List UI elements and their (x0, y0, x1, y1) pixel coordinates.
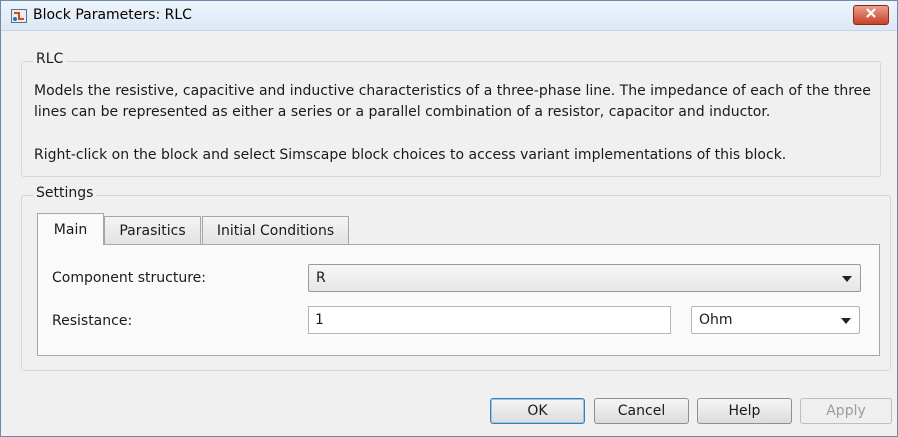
component-structure-label: Component structure: (52, 270, 206, 286)
block-group-label: RLC (33, 51, 67, 67)
ok-button-label: OK (527, 403, 548, 419)
help-button[interactable]: Help (697, 398, 792, 424)
ok-button[interactable]: OK (490, 398, 585, 424)
component-structure-value: R (316, 270, 326, 286)
cancel-button-label: Cancel (617, 403, 666, 419)
settings-group-label: Settings (33, 185, 97, 201)
close-button[interactable] (853, 5, 889, 25)
main-tab-panel (37, 244, 880, 356)
chevron-down-icon (841, 318, 851, 324)
dialog-window: Block Parameters: RLC RLC Models the res… (0, 0, 898, 437)
block-description: Models the resistive, capacitive and ind… (34, 83, 871, 120)
apply-button: Apply (800, 398, 892, 424)
tab-initial-conditions[interactable]: Initial Conditions (202, 216, 349, 244)
apply-button-label: Apply (826, 403, 866, 419)
resistance-value: 1 (315, 312, 324, 328)
chevron-down-icon (842, 276, 852, 282)
resistance-input[interactable]: 1 (308, 306, 671, 334)
window-title: Block Parameters: RLC (33, 7, 192, 23)
tab-main-label: Main (53, 221, 88, 238)
component-structure-dropdown[interactable]: R (308, 264, 861, 292)
title-bar[interactable]: Block Parameters: RLC (1, 1, 897, 31)
block-variant-note: Right-click on the block and select Sims… (34, 147, 787, 163)
close-icon (865, 7, 877, 23)
help-button-label: Help (728, 403, 761, 419)
tab-parasitics-label: Parasitics (119, 222, 186, 239)
resistance-label: Resistance: (52, 313, 133, 329)
tab-parasitics[interactable]: Parasitics (104, 216, 201, 244)
cancel-button[interactable]: Cancel (594, 398, 689, 424)
resistance-unit-dropdown[interactable]: Ohm (691, 306, 860, 334)
simulink-block-icon (11, 9, 27, 23)
resistance-unit-value: Ohm (699, 312, 733, 328)
tab-main[interactable]: Main (37, 213, 104, 245)
tab-initial-conditions-label: Initial Conditions (216, 222, 335, 239)
